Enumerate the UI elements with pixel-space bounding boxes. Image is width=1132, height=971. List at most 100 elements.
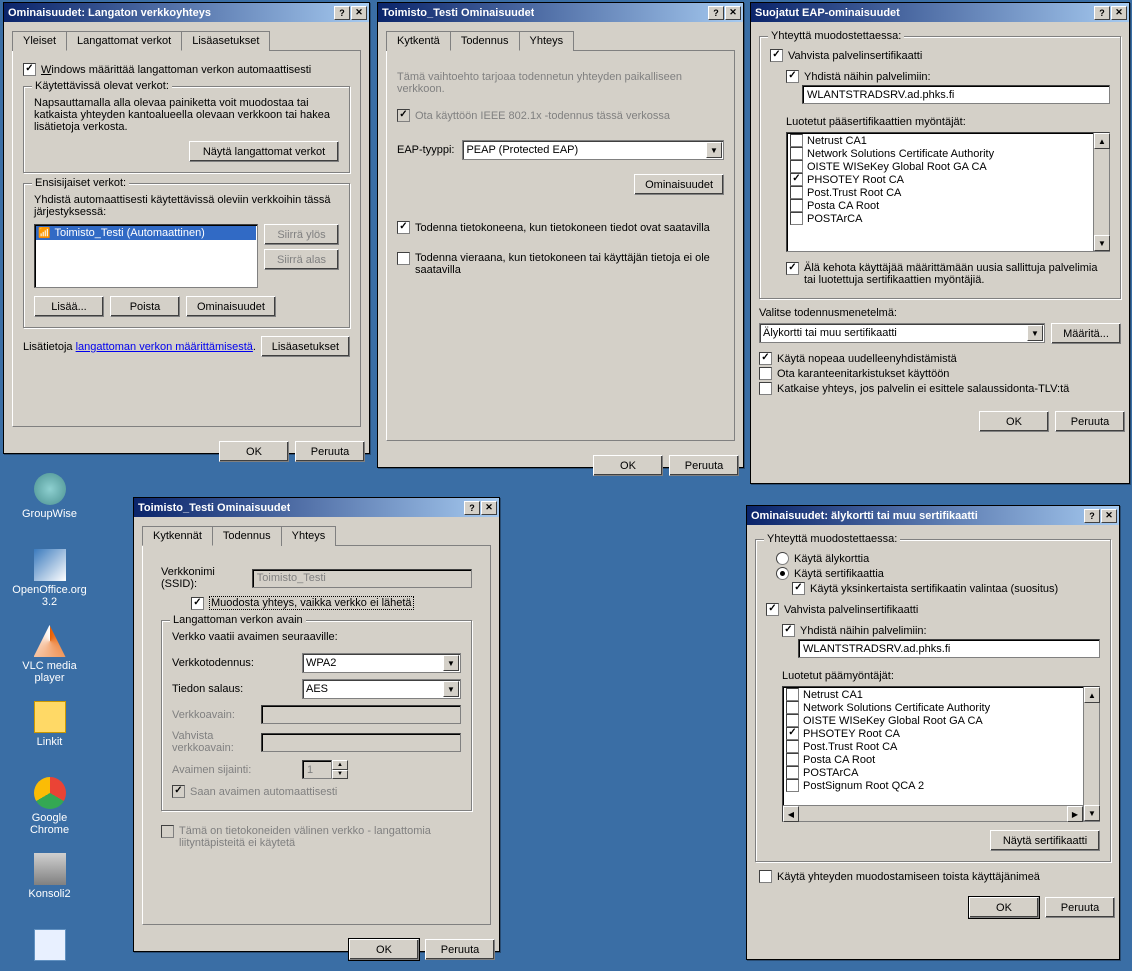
ca-checkbox[interactable] (790, 147, 803, 160)
desktop-icon-groupwise[interactable]: GroupWise (12, 473, 87, 520)
move-down-button[interactable]: Siirrä alas (264, 249, 339, 270)
ca-item[interactable]: Network Solutions Certificate Authority (788, 147, 1092, 160)
eap-type-select[interactable]: PEAP (Protected EAP)▼ (462, 140, 724, 160)
ca-list[interactable]: Netrust CA1Network Solutions Certificate… (782, 686, 1100, 822)
net-auth-select[interactable]: WPA2▼ (302, 653, 461, 673)
help-icon[interactable]: ? (1094, 6, 1110, 20)
properties-button[interactable]: Ominaisuudet (186, 296, 276, 317)
server-name-input[interactable] (798, 639, 1100, 658)
ca-item[interactable]: Post.Trust Root CA (784, 740, 1082, 753)
ca-checkbox[interactable] (786, 727, 799, 740)
cancel-button[interactable]: Peruuta (669, 455, 739, 476)
auth-method-select[interactable]: Älykortti tai muu sertifikaatti▼ (759, 323, 1045, 343)
server-name-input[interactable] (802, 85, 1110, 104)
ok-button[interactable]: OK (219, 441, 289, 462)
preferred-networks-list[interactable]: 📶 Toimisto_Testi (Automaattinen) (34, 224, 258, 288)
tab-link[interactable]: Yhteys (281, 526, 337, 546)
tab-advanced[interactable]: Lisäasetukset (181, 31, 270, 51)
ca-item[interactable]: OISTE WISeKey Global Root GA CA (784, 714, 1082, 727)
ca-checkbox[interactable] (786, 740, 799, 753)
ca-item[interactable]: POSTArCA (788, 212, 1092, 225)
ca-checkbox[interactable] (786, 766, 799, 779)
configure-button[interactable]: Määritä... (1051, 323, 1121, 344)
close-icon[interactable]: ✕ (725, 6, 741, 20)
ca-item[interactable]: Network Solutions Certificate Authority (784, 701, 1082, 714)
ca-checkbox[interactable] (790, 212, 803, 225)
ca-item[interactable]: POSTArCA (784, 766, 1082, 779)
cancel-button[interactable]: Peruuta (1055, 411, 1125, 432)
ca-item[interactable]: Post.Trust Root CA (788, 186, 1092, 199)
checkbox-no-prompt[interactable] (786, 262, 799, 275)
ca-checkbox[interactable] (790, 199, 803, 212)
checkbox-connect-servers[interactable] (782, 624, 795, 637)
tab-general[interactable]: Yleiset (12, 31, 67, 51)
ca-checkbox[interactable] (790, 186, 803, 199)
close-icon[interactable]: ✕ (1101, 509, 1117, 523)
checkbox-diff-user[interactable] (759, 870, 772, 883)
scroll-down-icon[interactable]: ▼ (1094, 235, 1110, 251)
eap-properties-button[interactable]: Ominaisuudet (634, 174, 724, 195)
tab-auth[interactable]: Todennus (450, 31, 520, 51)
ca-item[interactable]: PHSOTEY Root CA (784, 727, 1082, 740)
tab-auth[interactable]: Todennus (212, 526, 282, 546)
checkbox-disconnect-tlv[interactable] (759, 382, 772, 395)
ca-item[interactable]: Netrust CA1 (788, 134, 1092, 147)
ca-checkbox[interactable] (786, 753, 799, 766)
cancel-button[interactable]: Peruuta (1045, 897, 1115, 918)
ca-checkbox[interactable] (790, 160, 803, 173)
ca-item[interactable]: OISTE WISeKey Global Root GA CA (788, 160, 1092, 173)
ca-checkbox[interactable] (790, 134, 803, 147)
desktop-icon-linkit[interactable]: Linkit (12, 701, 87, 748)
tab-connection[interactable]: Kytkentä (386, 31, 451, 51)
tab-link[interactable]: Yhteys (519, 31, 575, 51)
checkbox-validate-cert[interactable] (770, 49, 783, 62)
radio-smartcard[interactable] (776, 552, 789, 565)
ca-checkbox[interactable] (786, 714, 799, 727)
scroll-left-icon[interactable]: ◀ (783, 806, 799, 822)
ca-item[interactable]: Posta CA Root (784, 753, 1082, 766)
scroll-up-icon[interactable]: ▲ (1094, 133, 1110, 149)
titlebar[interactable]: Toimisto_Testi Ominaisuudet ?✕ (134, 498, 499, 517)
desktop-icon-konsoli2[interactable]: Konsoli2 (12, 853, 87, 900)
ok-button[interactable]: OK (969, 897, 1039, 918)
close-icon[interactable]: ✕ (351, 6, 367, 20)
remove-button[interactable]: Poista (110, 296, 180, 317)
checkbox-connect-servers[interactable] (786, 70, 799, 83)
desktop-icon-openoffice[interactable]: OpenOffice.org 3.2 (12, 549, 87, 608)
checkbox-auth-computer[interactable] (397, 221, 410, 234)
checkbox-auto-config[interactable] (23, 63, 36, 76)
advanced-button[interactable]: Lisäasetukset (261, 336, 350, 357)
help-icon[interactable]: ? (334, 6, 350, 20)
scroll-right-icon[interactable]: ▶ (1067, 806, 1083, 822)
close-icon[interactable]: ✕ (481, 501, 497, 515)
tab-wireless[interactable]: Langattomat verkot (66, 31, 182, 51)
help-icon[interactable]: ? (464, 501, 480, 515)
move-up-button[interactable]: Siirrä ylös (264, 224, 339, 245)
scroll-up-icon[interactable]: ▲ (1084, 687, 1100, 703)
wireless-config-link[interactable]: langattoman verkon määrittämisestä (76, 341, 253, 353)
ca-item[interactable]: Posta CA Root (788, 199, 1092, 212)
desktop-icon-doc[interactable] (12, 929, 87, 961)
ca-item[interactable]: Netrust CA1 (784, 688, 1082, 701)
titlebar[interactable]: Ominaisuudet: Langaton verkkoyhteys ? ✕ (4, 3, 369, 22)
checkbox-auth-guest[interactable] (397, 252, 410, 265)
ca-item[interactable]: PostSignum Root QCA 2 (784, 779, 1082, 792)
titlebar[interactable]: Suojatut EAP-ominaisuudet ?✕ (751, 3, 1129, 22)
cancel-button[interactable]: Peruuta (425, 939, 495, 960)
ca-checkbox[interactable] (790, 173, 803, 186)
show-cert-button[interactable]: Näytä sertifikaatti (990, 830, 1100, 851)
help-icon[interactable]: ? (1084, 509, 1100, 523)
help-icon[interactable]: ? (708, 6, 724, 20)
ca-list[interactable]: Netrust CA1Network Solutions Certificate… (786, 132, 1110, 252)
ca-checkbox[interactable] (786, 701, 799, 714)
checkbox-connect-even[interactable] (191, 597, 204, 610)
show-wireless-button[interactable]: Näytä langattomat verkot (189, 141, 339, 162)
desktop-icon-chrome[interactable]: Google Chrome (12, 777, 87, 836)
ok-button[interactable]: OK (593, 455, 663, 476)
titlebar[interactable]: Toimisto_Testi Ominaisuudet ?✕ (378, 3, 743, 22)
ca-checkbox[interactable] (786, 779, 799, 792)
scroll-down-icon[interactable]: ▼ (1084, 805, 1100, 821)
ca-checkbox[interactable] (786, 688, 799, 701)
tab-connection[interactable]: Kytkennät (142, 526, 213, 546)
encryption-select[interactable]: AES▼ (302, 679, 461, 699)
